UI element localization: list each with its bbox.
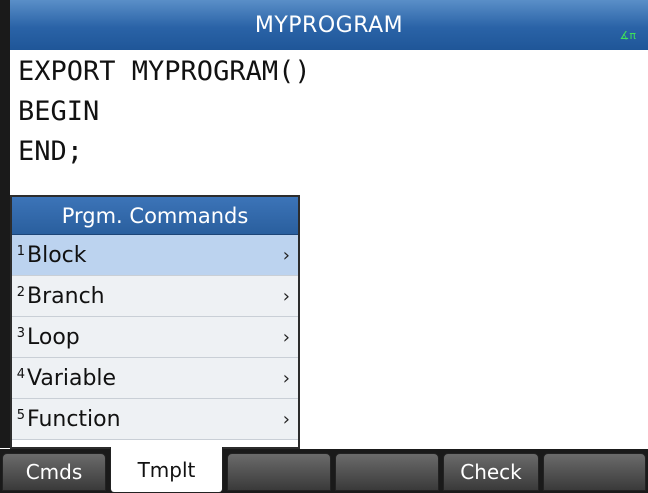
menu-item-number: 4: [16, 366, 25, 382]
screen-left-border: [0, 0, 10, 448]
menu-item-label: Function: [27, 406, 121, 432]
program-title: MYPROGRAM: [254, 12, 404, 38]
menu-item-label: Block: [27, 242, 87, 268]
softkey-bar: Cmds Tmplt Check: [0, 447, 648, 493]
menu-item-label: Loop: [27, 324, 80, 350]
code-line[interactable]: END;: [18, 132, 638, 172]
softkey-check[interactable]: Check: [443, 453, 539, 491]
chevron-right-icon: ›: [282, 326, 290, 348]
softkey-tmplt[interactable]: Tmplt: [110, 447, 223, 493]
menu-item-loop[interactable]: 3 Loop ›: [12, 317, 298, 358]
code-line[interactable]: BEGIN: [18, 92, 638, 132]
menu-item-label: Branch: [27, 283, 105, 309]
chevron-right-icon: ›: [282, 408, 290, 430]
menu-item-number: 1: [16, 243, 25, 259]
chevron-right-icon: ›: [282, 285, 290, 307]
menu-item-branch[interactable]: 2 Branch ›: [12, 276, 298, 317]
title-bar: MYPROGRAM ∡π: [10, 0, 648, 50]
menu-item-label: Variable: [27, 365, 117, 391]
softkey-empty-3[interactable]: [227, 453, 331, 491]
menu-item-function[interactable]: 5 Function ›: [12, 399, 298, 440]
menu-item-number: 5: [16, 407, 25, 423]
program-editor[interactable]: EXPORT MYPROGRAM() BEGIN END;: [18, 52, 638, 172]
menu-item-block[interactable]: 1 Block ›: [12, 235, 298, 276]
chevron-right-icon: ›: [282, 244, 290, 266]
menu-item-number: 2: [16, 284, 25, 300]
softkey-empty-6[interactable]: [543, 453, 646, 491]
program-commands-menu: Prgm. Commands 1 Block › 2 Branch › 3 Lo…: [10, 195, 300, 449]
chevron-right-icon: ›: [282, 367, 290, 389]
code-line[interactable]: EXPORT MYPROGRAM(): [18, 52, 638, 92]
menu-item-number: 3: [16, 325, 25, 341]
menu-item-variable[interactable]: 4 Variable ›: [12, 358, 298, 399]
angle-mode-indicator: ∡π: [619, 29, 636, 42]
menu-title: Prgm. Commands: [12, 197, 298, 235]
calculator-screen: MYPROGRAM ∡π EXPORT MYPROGRAM() BEGIN EN…: [0, 0, 648, 493]
softkey-empty-4[interactable]: [335, 453, 439, 491]
softkey-cmds[interactable]: Cmds: [2, 453, 106, 491]
